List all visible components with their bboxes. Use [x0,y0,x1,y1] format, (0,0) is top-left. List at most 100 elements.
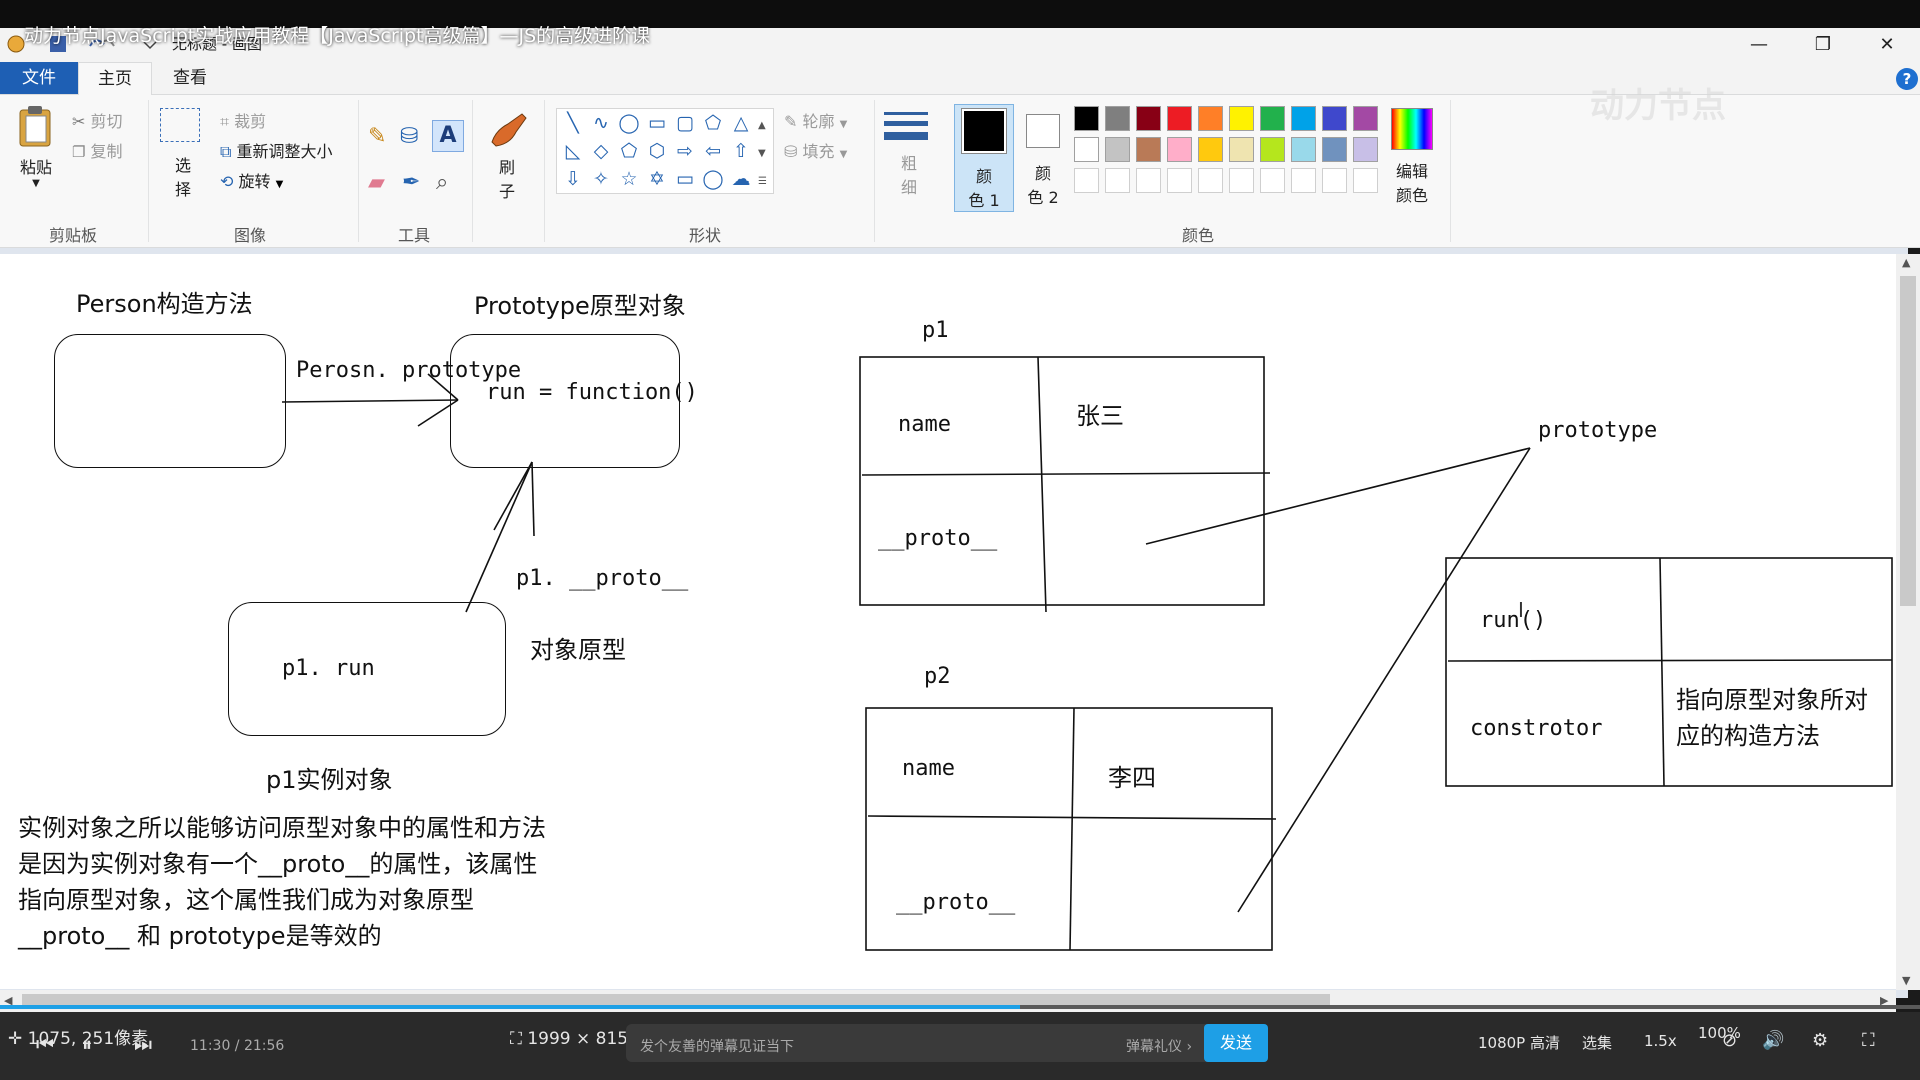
palette-color-swatch[interactable] [1353,106,1378,131]
send-danmaku-button[interactable]: 发送 [1204,1024,1268,1062]
palette-color-swatch[interactable] [1105,137,1130,162]
color2-button[interactable]: 颜 色 2 [1018,104,1068,212]
text-tool[interactable]: A [432,120,464,152]
playback-speed-button[interactable]: 1.5x [1644,1032,1677,1050]
cut-button[interactable]: ✂ 剪切 [72,108,123,131]
eraser-tool[interactable]: ▰ [368,170,385,195]
custom-color-slot[interactable] [1291,168,1316,193]
custom-color-slot[interactable] [1260,168,1285,193]
palette-color-swatch[interactable] [1198,137,1223,162]
callout-oval-shape-icon[interactable]: ◯ [701,167,725,191]
right-arrow-shape-icon[interactable]: ⇨ [673,139,697,163]
up-arrow-shape-icon[interactable]: ⇧ [729,139,753,163]
curve-shape-icon[interactable]: ∿ [589,111,613,135]
four-star-shape-icon[interactable]: ✧ [589,167,613,191]
next-button[interactable]: ⏭ [134,1032,152,1056]
palette-color-swatch[interactable] [1136,137,1161,162]
size-button[interactable]: 粗 细 [884,108,934,204]
edit-colors-button[interactable]: 编辑 颜色 [1386,108,1438,208]
palette-color-swatch[interactable] [1229,137,1254,162]
copy-button[interactable]: ❐ 复制 [72,138,123,161]
color-picker-tool[interactable]: ✒ [402,170,420,195]
palette-color-swatch[interactable] [1167,137,1192,162]
move-cursor-icon: ✛ [8,1029,23,1049]
chevron-up-icon[interactable]: ▲ [758,112,767,140]
palette-color-swatch[interactable] [1167,106,1192,131]
rectangle-shape-icon[interactable]: ▭ [645,111,669,135]
rounded-rect-shape-icon[interactable]: ▢ [673,111,697,135]
minimize-button[interactable]: — [1734,28,1784,62]
vertical-scroll-thumb[interactable] [1900,276,1916,606]
crop-button[interactable]: ⌗ 裁剪 [220,108,266,132]
shapes-scroll[interactable]: ▲ ▼ ☰ [758,112,767,196]
drawing-canvas[interactable]: Person构造方法 Prototype原型对象 Perosn. prototy… [0,254,1896,989]
resize-button[interactable]: ⧉ 重新调整大小 [220,138,333,162]
danmaku-toggle-button[interactable]: ⊘ [1722,1030,1737,1051]
five-star-shape-icon[interactable]: ☆ [617,167,641,191]
palette-color-swatch[interactable] [1353,137,1378,162]
six-star-shape-icon[interactable]: ✡ [645,167,669,191]
select-button[interactable]: 选 择 [160,108,206,204]
left-arrow-shape-icon[interactable]: ⇦ [701,139,725,163]
palette-color-swatch[interactable] [1074,106,1099,131]
fill-tool[interactable]: ⛁ [400,124,418,149]
right-triangle-shape-icon[interactable]: ◺ [561,139,585,163]
palette-color-swatch[interactable] [1105,106,1130,131]
palette-color-swatch[interactable] [1322,106,1347,131]
quality-selector[interactable]: 1080P 高清 [1478,1032,1560,1053]
down-arrow-shape-icon[interactable]: ⇩ [561,167,585,191]
color1-button[interactable]: 颜 色 1 [954,104,1014,212]
danmaku-etiquette-link[interactable]: 弹幕礼仪 › [1126,1036,1192,1056]
palette-color-swatch[interactable] [1260,137,1285,162]
volume-button[interactable]: 🔊 [1762,1030,1784,1051]
scroll-up-icon[interactable]: ▲ [1902,256,1910,269]
palette-color-swatch[interactable] [1136,106,1161,131]
palette-color-swatch[interactable] [1291,137,1316,162]
fill-button[interactable]: ⛁ 填充 ▼ [784,138,847,162]
triangle-shape-icon[interactable]: △ [729,111,753,135]
callout-rect-shape-icon[interactable]: ▭ [673,167,697,191]
palette-color-swatch[interactable] [1074,137,1099,162]
settings-button[interactable]: ⚙ [1812,1030,1828,1051]
custom-color-slot[interactable] [1105,168,1130,193]
palette-color-swatch[interactable] [1260,106,1285,131]
close-button[interactable]: ✕ [1862,28,1912,62]
tab-view[interactable]: 查看 [160,62,220,94]
polygon-shape-icon[interactable]: ⬠ [701,111,725,135]
outline-button[interactable]: ✎ 轮廓 ▼ [784,108,847,132]
brushes-button[interactable]: 刷 子 [484,108,530,204]
rotate-button[interactable]: ⟲ 旋转 ▼ [220,168,283,192]
chevron-down-icon[interactable]: ▼ [758,140,767,168]
custom-color-slot[interactable] [1167,168,1192,193]
gallery-expand-icon[interactable]: ☰ [758,168,767,196]
hexagon-shape-icon[interactable]: ⬡ [645,139,669,163]
palette-color-swatch[interactable] [1322,137,1347,162]
pause-button[interactable]: ⏸ [82,1032,92,1056]
tab-home[interactable]: 主页 [78,62,152,95]
shapes-gallery[interactable]: ╲ ∿ ◯ ▭ ▢ ⬠ △ ◺ ◇ ⬠ ⬡ ⇨ ⇦ ⇧ ⇩ ✧ ☆ ✡ ▭ ◯ … [556,108,774,194]
paste-button[interactable]: 粘贴 ▼ [14,104,58,200]
palette-color-swatch[interactable] [1229,106,1254,131]
pencil-tool[interactable]: ✎ [368,124,386,149]
scroll-down-icon[interactable]: ▼ [1902,974,1910,987]
help-icon[interactable]: ? [1896,68,1918,90]
custom-color-slot[interactable] [1353,168,1378,193]
fullscreen-button[interactable]: ⛶ [1862,1030,1875,1051]
oval-shape-icon[interactable]: ◯ [617,111,641,135]
palette-color-swatch[interactable] [1291,106,1316,131]
episodes-button[interactable]: 选集 [1582,1032,1612,1053]
custom-color-slot[interactable] [1198,168,1223,193]
line-shape-icon[interactable]: ╲ [561,111,585,135]
custom-color-slot[interactable] [1322,168,1347,193]
tab-file[interactable]: 文件 [0,62,78,94]
pentagon-shape-icon[interactable]: ⬠ [617,139,641,163]
palette-color-swatch[interactable] [1198,106,1223,131]
custom-color-slot[interactable] [1136,168,1161,193]
previous-button[interactable]: ⏮ [36,1032,54,1056]
diamond-shape-icon[interactable]: ◇ [589,139,613,163]
restore-button[interactable]: ❐ [1798,28,1848,62]
cloud-shape-icon[interactable]: ☁ [729,167,753,191]
custom-color-slot[interactable] [1074,168,1099,193]
custom-color-slot[interactable] [1229,168,1254,193]
magnifier-tool[interactable]: ⌕ [436,170,448,195]
